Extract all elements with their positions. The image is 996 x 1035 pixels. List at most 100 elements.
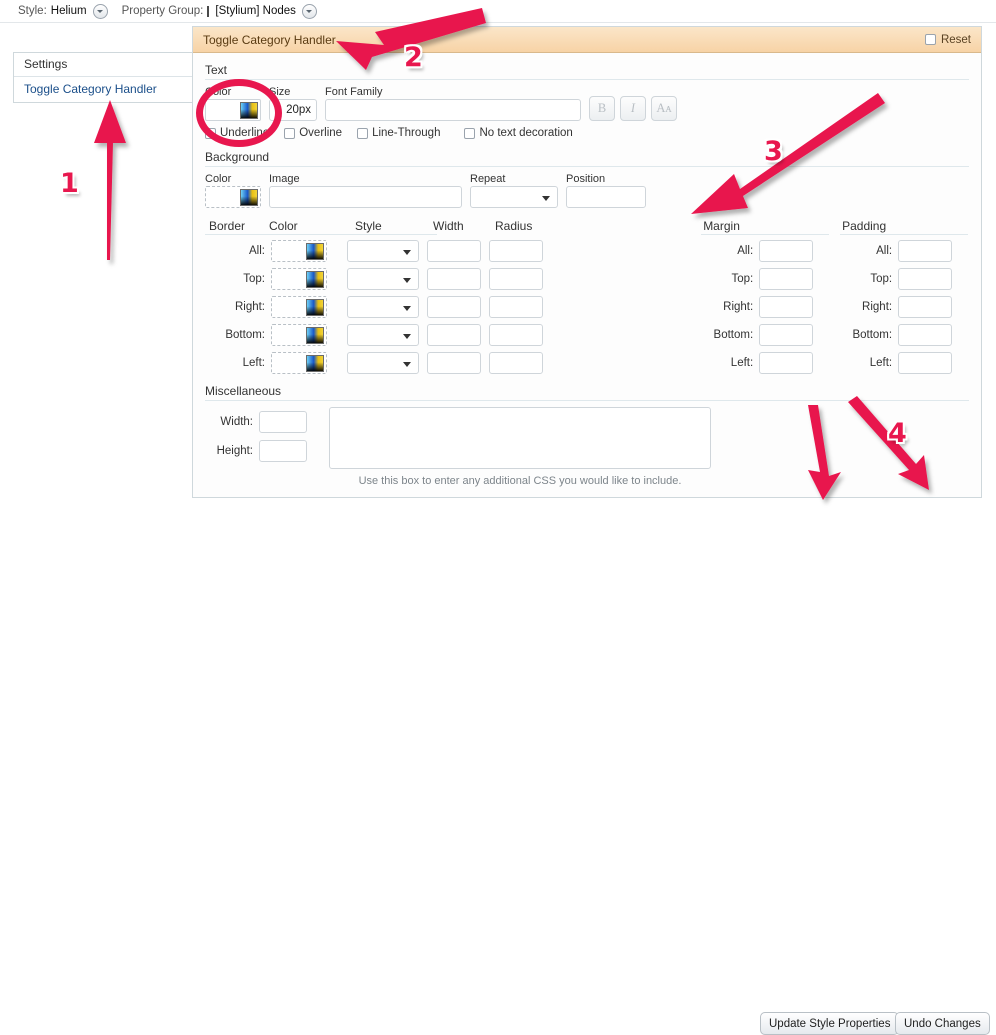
underline-checkbox-row[interactable]: Underline (205, 127, 269, 139)
style-dropdown-icon[interactable] (92, 3, 108, 19)
no-text-decoration-checkbox-row[interactable]: No text decoration (464, 127, 573, 139)
border-width-input-right[interactable] (427, 296, 481, 318)
padding-input-top[interactable] (898, 268, 953, 290)
border-color-swatch-right[interactable] (271, 296, 327, 318)
padding-input-right[interactable] (898, 296, 953, 318)
table-row: Bottom: (205, 324, 691, 346)
misc-section-row: Width: Height: Use this box to enter any… (205, 407, 969, 487)
line-through-checkbox-row[interactable]: Line-Through (357, 127, 440, 139)
color-picker-icon[interactable] (306, 354, 324, 372)
undo-changes-button[interactable]: Undo Changes (895, 1012, 990, 1035)
border-color-swatch-all[interactable] (271, 240, 327, 262)
overline-checkbox[interactable] (284, 127, 296, 139)
style-label: Style: (18, 5, 47, 17)
text-size-label: Size (269, 86, 291, 98)
border-row-label-right: Right: (234, 301, 265, 313)
border-color-header: Color (269, 219, 298, 233)
margin-input-all[interactable] (759, 240, 814, 262)
border-style-select-all[interactable] (347, 240, 419, 262)
padding-input-bottom[interactable] (898, 324, 953, 346)
margin-input-right[interactable] (759, 296, 814, 318)
text-size-input[interactable] (269, 99, 317, 121)
margin-row-label-right: Right: (723, 301, 754, 313)
table-row: Top: (830, 268, 969, 290)
padding-row-label-left: Left: (869, 357, 893, 369)
update-style-properties-button[interactable]: Update Style Properties (760, 1012, 900, 1035)
table-row: Top: (691, 268, 830, 290)
border-width-input-top[interactable] (427, 268, 481, 290)
background-position-input[interactable] (566, 186, 646, 208)
top-toolbar: Style: Helium Property Group: [Stylium] … (0, 0, 996, 22)
padding-block: Padding All: Top: Right: Bottom: Left: (830, 219, 969, 380)
border-width-input-bottom[interactable] (427, 324, 481, 346)
font-family-input[interactable] (325, 99, 581, 121)
color-picker-icon[interactable] (240, 188, 258, 206)
color-picker-icon[interactable] (306, 242, 324, 260)
margin-block: Margin All: Top: Right: Bottom: Left: (691, 219, 830, 380)
color-picker-icon[interactable] (306, 270, 324, 288)
border-color-swatch-bottom[interactable] (271, 324, 327, 346)
border-radius-input-all[interactable] (489, 240, 543, 262)
background-color-swatch[interactable] (205, 186, 261, 208)
border-block: Border Color Style Width Radius All: Top… (205, 219, 691, 380)
no-text-decoration-label: No text decoration (479, 127, 573, 139)
width-input[interactable] (259, 411, 307, 433)
line-through-label: Line-Through (372, 127, 441, 139)
misc-dimension-fields: Width: Height: (205, 407, 307, 462)
border-color-swatch-top[interactable] (271, 268, 327, 290)
text-style-buttons: B I Aᴀ (589, 96, 677, 121)
reset-control[interactable]: Reset (924, 34, 971, 46)
color-picker-icon[interactable] (306, 326, 324, 344)
border-radius-input-top[interactable] (489, 268, 543, 290)
background-color-field: Color (205, 173, 261, 208)
margin-title: Margin (703, 219, 740, 233)
toolbar-divider (0, 22, 996, 23)
margin-input-left[interactable] (759, 352, 814, 374)
property-group-dropdown-icon[interactable] (301, 3, 317, 19)
property-group-label: Property Group: (121, 5, 204, 17)
sidebar-item-toggle-category-handler[interactable]: Toggle Category Handler (14, 77, 205, 102)
padding-input-all[interactable] (898, 240, 953, 262)
sidebar-header: Settings (14, 53, 205, 77)
color-picker-icon[interactable] (306, 298, 324, 316)
border-style-select-bottom[interactable] (347, 324, 419, 346)
text-transform-button[interactable]: Aᴀ (651, 96, 677, 121)
background-section-title: Background (205, 150, 270, 164)
line-through-checkbox[interactable] (357, 127, 369, 139)
margin-input-top[interactable] (759, 268, 814, 290)
margin-input-bottom[interactable] (759, 324, 814, 346)
reset-checkbox[interactable] (924, 34, 936, 45)
text-color-swatch[interactable] (205, 99, 261, 121)
color-picker-icon[interactable] (240, 101, 258, 119)
italic-button[interactable]: I (620, 96, 646, 121)
background-repeat-select[interactable] (470, 186, 558, 208)
arrow-one (94, 100, 126, 260)
border-style-select-left[interactable] (347, 352, 419, 374)
table-row: Left: (691, 352, 830, 374)
padding-row-label-bottom: Bottom: (852, 329, 893, 341)
border-radius-input-right[interactable] (489, 296, 543, 318)
border-style-select-right[interactable] (347, 296, 419, 318)
background-image-input[interactable] (269, 186, 462, 208)
margin-row-label-top: Top: (731, 273, 754, 285)
padding-input-left[interactable] (898, 352, 953, 374)
panel-header: Toggle Category Handler Reset (193, 27, 981, 53)
box-model-area: Border Color Style Width Radius All: Top… (205, 219, 969, 380)
no-text-decoration-checkbox[interactable] (464, 127, 476, 139)
bold-button[interactable]: B (589, 96, 615, 121)
border-color-swatch-left[interactable] (271, 352, 327, 374)
border-radius-input-bottom[interactable] (489, 324, 543, 346)
border-width-input-left[interactable] (427, 352, 481, 374)
height-input[interactable] (259, 440, 307, 462)
underline-checkbox[interactable] (205, 127, 216, 139)
margin-row-label-left: Left: (730, 357, 754, 369)
border-header-rule (205, 234, 437, 235)
property-group-value: [Stylium] Nodes (215, 5, 296, 17)
border-style-select-top[interactable] (347, 268, 419, 290)
overline-checkbox-row[interactable]: Overline (284, 127, 342, 139)
table-row: Top: (205, 268, 691, 290)
border-width-input-all[interactable] (427, 240, 481, 262)
table-row: Bottom: (691, 324, 830, 346)
border-radius-input-left[interactable] (489, 352, 543, 374)
custom-css-textarea[interactable] (329, 407, 711, 469)
